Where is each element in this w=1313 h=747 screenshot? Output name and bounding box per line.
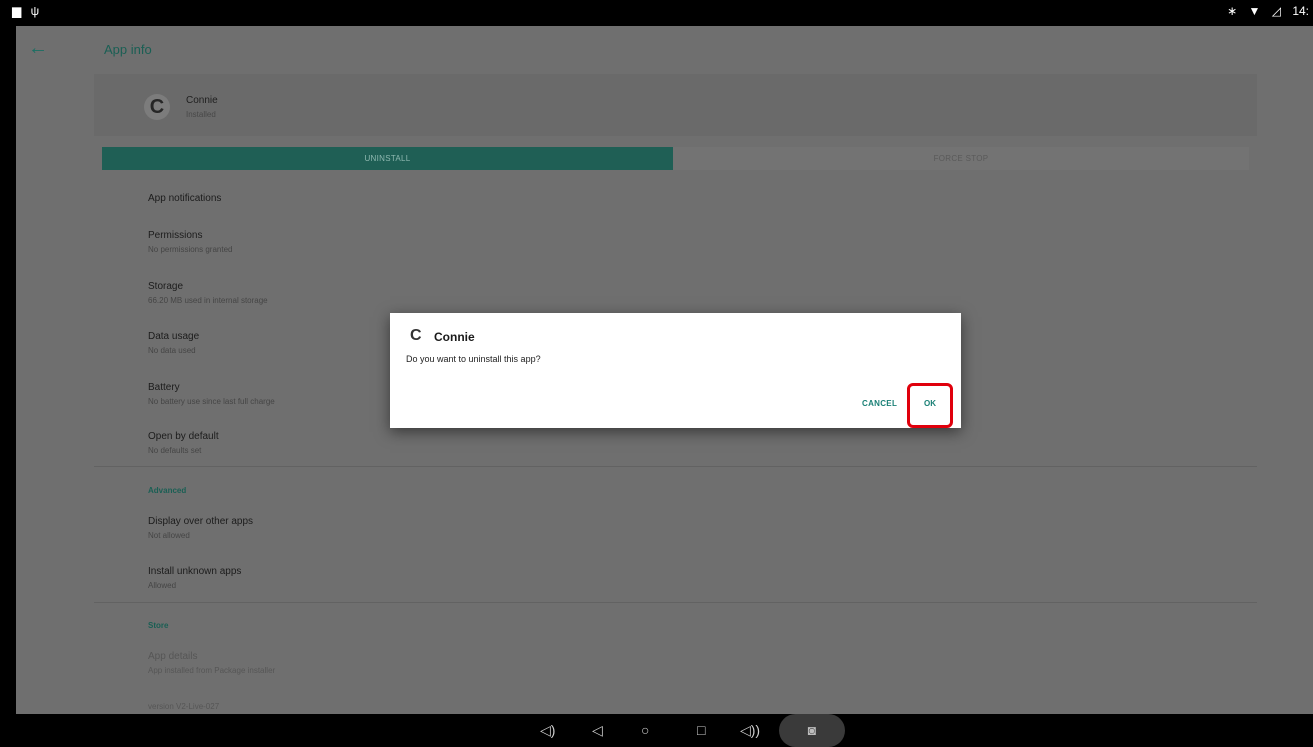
pref-data-usage[interactable]: Data usage No data used — [148, 330, 199, 356]
pref-title: Install unknown apps — [148, 566, 242, 577]
pref-title: Storage — [148, 281, 184, 292]
pref-display-over-other-apps[interactable]: Display over other apps Not allowed — [148, 515, 253, 541]
pref-subtitle: No defaults set — [148, 446, 202, 455]
pref-subtitle: No data used — [148, 346, 196, 355]
uninstall-dialog: C Connie Do you want to uninstall this a… — [390, 313, 961, 428]
app-install-status: Installed — [186, 110, 216, 119]
signal-icon: ◿ — [1271, 4, 1281, 18]
force-stop-button[interactable]: FORCE STOP — [673, 147, 1249, 170]
pref-subtitle: Not allowed — [148, 531, 190, 540]
bluetooth-icon: ∗ — [1227, 4, 1238, 18]
pref-subtitle: 66.20 MB used in internal storage — [148, 296, 268, 305]
section-header-store: Store — [148, 621, 169, 630]
app-header: C Connie Installed — [94, 74, 1257, 136]
pref-app-details[interactable]: App details App installed from Package i… — [148, 650, 275, 676]
connie-app-icon: C — [410, 327, 422, 344]
volume-down-icon[interactable]: ◁) — [540, 721, 555, 739]
pref-title: App details — [148, 651, 198, 662]
pref-install-unknown-apps[interactable]: Install unknown apps Allowed — [148, 565, 241, 591]
section-header-advanced: Advanced — [148, 486, 187, 495]
pref-battery[interactable]: Battery No battery use since last full c… — [148, 381, 275, 407]
pref-title: Open by default — [148, 431, 219, 442]
uninstall-button[interactable]: UNINSTALL — [102, 147, 673, 170]
ok-highlight-box — [907, 383, 953, 428]
navigation-bar: ◁) ◁ ○ □ ◁)) ◙ — [0, 714, 1313, 747]
connie-app-icon: C — [144, 94, 170, 120]
dialog-title: Connie — [434, 330, 475, 344]
pref-permissions[interactable]: Permissions No permissions granted — [148, 229, 232, 255]
back-icon[interactable]: ◁ — [592, 721, 603, 739]
pref-subtitle: App installed from Package installer — [148, 666, 276, 675]
back-arrow-icon[interactable]: ← — [28, 38, 48, 58]
status-bar-right: ∗ ▼ ◿ 14: — [1219, 4, 1309, 18]
divider — [94, 602, 1257, 603]
dialog-message: Do you want to uninstall this app? — [406, 354, 541, 364]
clock: 14: — [1292, 4, 1309, 18]
screenshot-icon[interactable]: ◙ — [779, 714, 845, 747]
image-notification-icon: ▆ — [12, 4, 22, 18]
pref-subtitle: No permissions granted — [148, 245, 233, 254]
home-icon[interactable]: ○ — [641, 721, 649, 739]
pref-storage[interactable]: Storage 66.20 MB used in internal storag… — [148, 280, 268, 306]
pref-subtitle: Allowed — [148, 581, 177, 590]
pref-title: Battery — [148, 382, 180, 393]
recents-icon[interactable]: □ — [697, 721, 705, 739]
app-name: Connie — [186, 95, 218, 106]
pref-app-notifications[interactable]: App notifications — [148, 192, 221, 205]
page-title: App info — [104, 42, 152, 57]
pref-subtitle: No battery use since last full charge — [148, 397, 275, 406]
app-info-screen: ← App info C Connie Installed UNINSTALL … — [16, 26, 1313, 714]
status-bar: ▆ ψ ∗ ▼ ◿ 14: — [0, 0, 1313, 26]
version-text: version V2-Live-027 — [148, 702, 220, 711]
wifi-icon: ▼ — [1248, 4, 1261, 18]
pref-title: Permissions — [148, 230, 203, 241]
pref-open-by-default[interactable]: Open by default No defaults set — [148, 430, 219, 456]
toolbar: ← App info — [16, 26, 1313, 74]
cancel-button[interactable]: CANCEL — [862, 399, 897, 408]
pref-title: App notifications — [148, 193, 222, 204]
divider — [94, 466, 1257, 467]
pref-title: Data usage — [148, 331, 200, 342]
version-label: version V2-Live-027 — [148, 699, 219, 712]
volume-up-icon[interactable]: ◁)) — [740, 721, 760, 739]
pref-title: Display over other apps — [148, 516, 254, 527]
status-bar-left: ▆ ψ — [12, 4, 45, 18]
usb-icon: ψ — [30, 4, 40, 18]
